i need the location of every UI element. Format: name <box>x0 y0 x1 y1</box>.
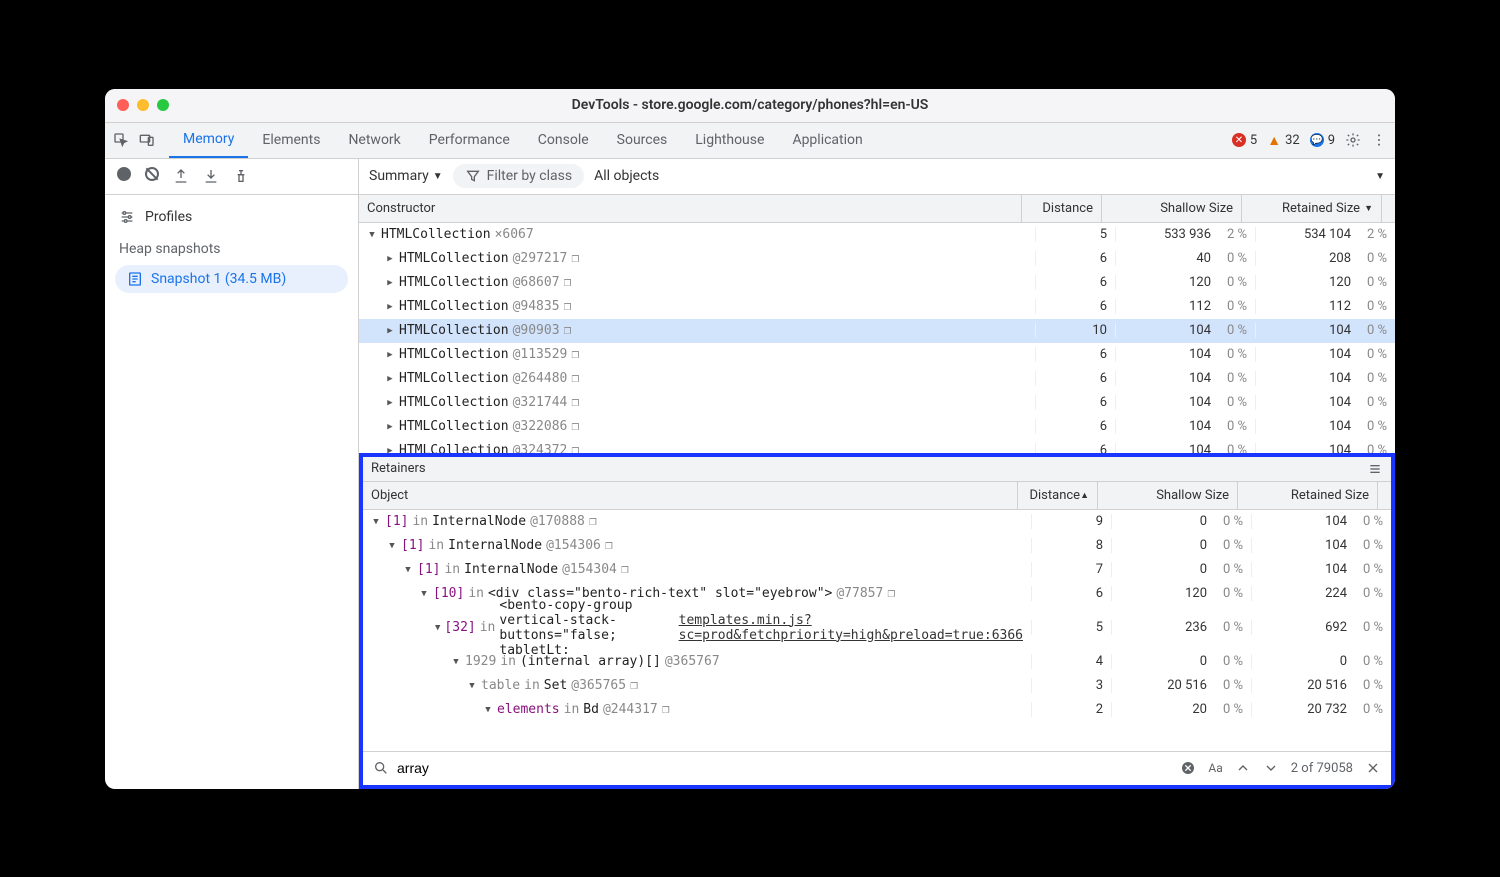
record-button[interactable] <box>117 167 131 185</box>
table-row[interactable]: ▶ HTMLCollection @324372 ❐61040 %1040 % <box>359 439 1395 453</box>
search-bar: Aa 2 of 79058 <box>363 751 1391 785</box>
retainer-row[interactable]: ▼ [1] in InternalNode @154304 ❐700 %1040… <box>363 558 1391 582</box>
table-row[interactable]: ▼ HTMLCollection ×60675533 9362 %534 104… <box>359 223 1395 247</box>
snapshot-label: Snapshot 1 (34.5 MB) <box>151 271 286 287</box>
panel-tabs: MemoryElementsNetworkPerformanceConsoleS… <box>169 123 877 158</box>
gc-icon[interactable] <box>233 168 249 184</box>
table-row[interactable]: ▶ HTMLCollection @94835 ❐61120 %1120 % <box>359 295 1395 319</box>
minimize-window-button[interactable] <box>137 99 149 111</box>
col-object[interactable]: Object <box>363 488 1017 503</box>
maximize-window-button[interactable] <box>157 99 169 111</box>
retainer-row[interactable]: ▼ [32] in <bento-copy-group vertical-sta… <box>363 606 1391 650</box>
col-shallow[interactable]: Shallow Size <box>1101 195 1241 222</box>
table-row[interactable]: ▶ HTMLCollection @297217 ❐6400 %2080 % <box>359 247 1395 271</box>
table-row[interactable]: ▶ HTMLCollection @90903 ❐101040 %1040 % <box>359 319 1395 343</box>
action-bar: Summary▼ Filter by class All objects ▼ <box>105 159 1395 195</box>
sliders-icon <box>119 209 135 225</box>
tab-console[interactable]: Console <box>524 123 603 158</box>
tab-memory[interactable]: Memory <box>169 123 248 158</box>
tabbar: MemoryElementsNetworkPerformanceConsoleS… <box>105 123 1395 159</box>
table-row[interactable]: ▶ HTMLCollection @264480 ❐61040 %1040 % <box>359 367 1395 391</box>
match-case-toggle[interactable]: Aa <box>1208 761 1222 775</box>
upload-icon[interactable] <box>173 168 189 184</box>
retainers-title: Retainers <box>363 457 1391 482</box>
titlebar: DevTools - store.google.com/category/pho… <box>105 89 1395 123</box>
close-window-button[interactable] <box>117 99 129 111</box>
summary-select[interactable]: Summary▼ <box>369 168 443 184</box>
sidebar: Profiles Heap snapshots Snapshot 1 (34.5… <box>105 195 359 789</box>
tab-network[interactable]: Network <box>334 123 414 158</box>
sort-desc-icon: ▼ <box>1364 203 1373 214</box>
retainers-panel: Retainers Object Distance▲ Shallow Size … <box>359 453 1395 789</box>
settings-icon[interactable] <box>1345 132 1361 148</box>
tab-application[interactable]: Application <box>778 123 876 158</box>
retainers-rows[interactable]: ▼ [1] in InternalNode @170888 ❐900 %1040… <box>363 510 1391 751</box>
close-search-icon[interactable] <box>1365 760 1381 776</box>
col-distance-retainers[interactable]: Distance▲ <box>1017 482 1097 509</box>
table-row[interactable]: ▶ HTMLCollection @68607 ❐61200 %1200 % <box>359 271 1395 295</box>
next-match-icon[interactable] <box>1263 760 1279 776</box>
col-retained-retainers[interactable]: Retained Size <box>1237 482 1377 509</box>
profiles-row[interactable]: Profiles <box>105 203 358 231</box>
traffic-lights <box>117 99 169 111</box>
retainers-grid-header: Object Distance▲ Shallow Size Retained S… <box>363 482 1391 510</box>
filter-icon <box>465 168 481 184</box>
tab-elements[interactable]: Elements <box>248 123 334 158</box>
inspect-icon[interactable] <box>113 132 129 148</box>
prev-match-icon[interactable] <box>1235 760 1251 776</box>
window-title: DevTools - store.google.com/category/pho… <box>105 97 1395 113</box>
snapshot-icon <box>127 271 143 287</box>
error-count[interactable]: ✕5 <box>1232 133 1257 148</box>
retainer-row[interactable]: ▼ 1929 in (internal array)[] @365767 400… <box>363 650 1391 674</box>
tab-lighthouse[interactable]: Lighthouse <box>681 123 778 158</box>
tab-performance[interactable]: Performance <box>415 123 524 158</box>
clear-button[interactable] <box>145 167 159 185</box>
content-area: Constructor Distance Shallow Size Retain… <box>359 195 1395 789</box>
col-retained[interactable]: Retained Size▼ <box>1241 195 1381 222</box>
heap-snapshots-heading: Heap snapshots <box>105 231 358 261</box>
clear-search-icon[interactable] <box>1180 760 1196 776</box>
more-menu-icon[interactable] <box>1371 132 1387 148</box>
retainer-row[interactable]: ▼ [1] in InternalNode @170888 ❐900 %1040… <box>363 510 1391 534</box>
retainer-row[interactable]: ▼ table in Set @365765 ❐320 5160 %20 516… <box>363 674 1391 698</box>
search-count: 2 of 79058 <box>1291 761 1353 776</box>
device-toggle-icon[interactable] <box>139 132 155 148</box>
constructor-rows[interactable]: ▼ HTMLCollection ×60675533 9362 %534 104… <box>359 223 1395 453</box>
filter-input[interactable]: Filter by class <box>453 164 584 188</box>
retainer-row[interactable]: ▼ elements in Bd @244317 ❐2200 %20 7320 … <box>363 698 1391 722</box>
warning-count[interactable]: ▲32 <box>1267 132 1299 149</box>
col-shallow-retainers[interactable]: Shallow Size <box>1097 482 1237 509</box>
objects-dropdown-caret[interactable]: ▼ <box>1375 171 1385 182</box>
col-distance[interactable]: Distance <box>1021 195 1101 222</box>
table-row[interactable]: ▶ HTMLCollection @113529 ❐61040 %1040 % <box>359 343 1395 367</box>
profiles-label: Profiles <box>145 209 192 225</box>
message-count[interactable]: 💬9 <box>1310 133 1335 148</box>
search-input[interactable] <box>397 760 1172 776</box>
sort-asc-icon: ▲ <box>1080 490 1089 501</box>
download-icon[interactable] <box>203 168 219 184</box>
devtools-window: DevTools - store.google.com/category/pho… <box>105 89 1395 789</box>
table-row[interactable]: ▶ HTMLCollection @322086 ❐61040 %1040 % <box>359 415 1395 439</box>
table-row[interactable]: ▶ HTMLCollection @321744 ❐61040 %1040 % <box>359 391 1395 415</box>
retainers-menu-icon[interactable] <box>1367 461 1383 477</box>
grid-header: Constructor Distance Shallow Size Retain… <box>359 195 1395 223</box>
retainer-row[interactable]: ▼ [1] in InternalNode @154306 ❐800 %1040… <box>363 534 1391 558</box>
col-constructor[interactable]: Constructor <box>359 201 1021 216</box>
tab-sources[interactable]: Sources <box>603 123 682 158</box>
main-area: Profiles Heap snapshots Snapshot 1 (34.5… <box>105 195 1395 789</box>
search-icon <box>373 760 389 776</box>
snapshot-item[interactable]: Snapshot 1 (34.5 MB) <box>115 265 348 293</box>
objects-select[interactable]: All objects <box>594 168 659 184</box>
